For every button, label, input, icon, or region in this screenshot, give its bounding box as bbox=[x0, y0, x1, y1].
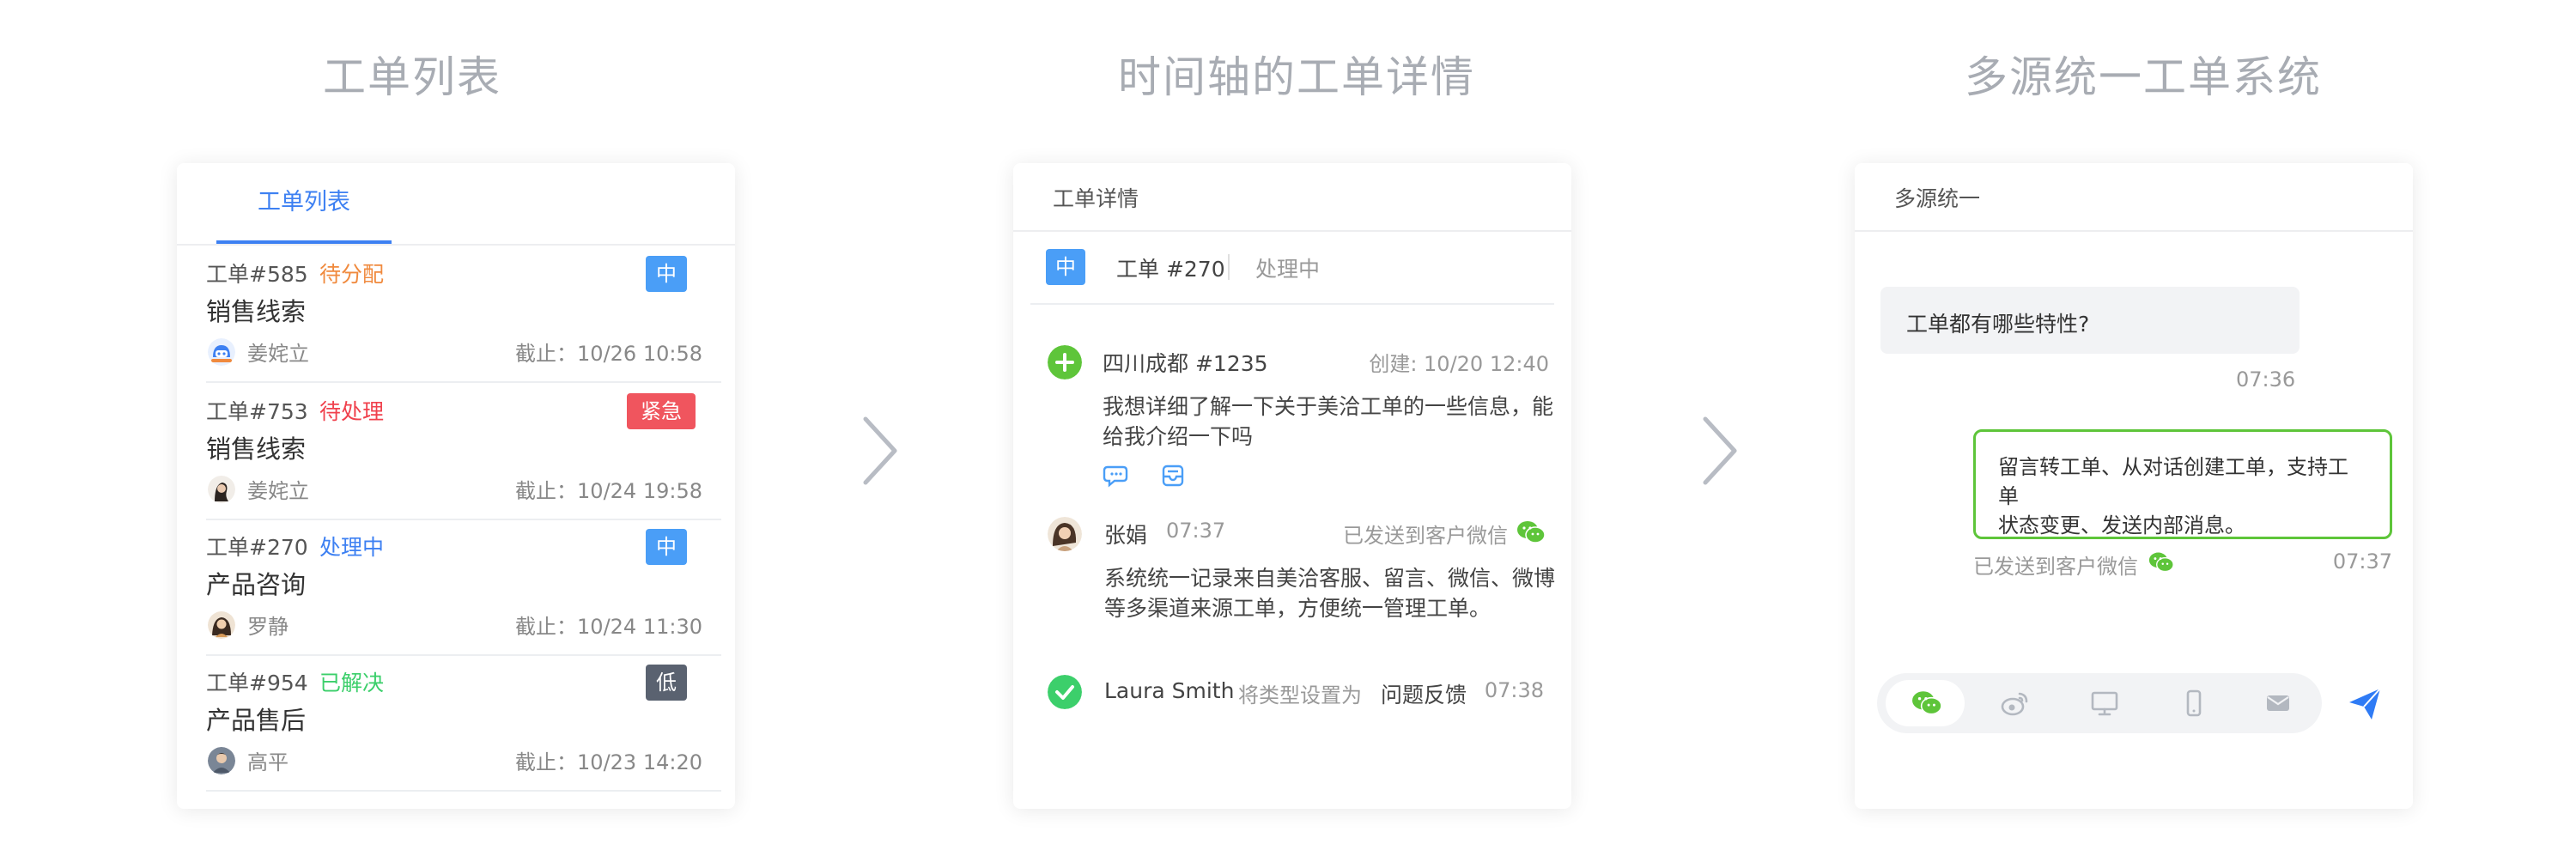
assignee-name: 高平 bbox=[247, 750, 289, 774]
ticket-title: 销售线索 bbox=[206, 297, 307, 326]
tab-bar: 工单列表 bbox=[177, 163, 735, 246]
ticket-status: 处理中 bbox=[319, 535, 385, 560]
channel-weibo[interactable] bbox=[1975, 680, 2054, 726]
ticket-id: 工单#954 bbox=[206, 671, 308, 695]
section-title-ticket-list: 工单列表 bbox=[323, 52, 501, 102]
event-time: 07:38 bbox=[1484, 678, 1544, 702]
ticket-row[interactable]: 工单#270 处理中 中 产品咨询 罗静 截止：10/24 11:30 bbox=[206, 519, 721, 656]
priority-badge: 紧急 bbox=[627, 393, 696, 429]
card-header: 工单详情 bbox=[1013, 163, 1571, 232]
priority-badge: 中 bbox=[1046, 249, 1085, 285]
channel-email[interactable] bbox=[2238, 680, 2317, 726]
event-value: 问题反馈 bbox=[1381, 683, 1467, 707]
ticket-row[interactable]: 工单#954 已解决 低 产品售后 高平 截止：10/23 14:20 bbox=[206, 654, 721, 792]
web-icon bbox=[2091, 691, 2118, 716]
ticket-id: 工单#585 bbox=[206, 262, 308, 287]
message-line: 等多渠道来源工单，方便统一管理工单。 bbox=[1104, 596, 1492, 621]
event-source: 四川成都 #1235 bbox=[1103, 351, 1268, 376]
wechat-icon bbox=[1517, 521, 1546, 543]
agent-message: 留言转工单、从对话创建工单，支持工单 状态变更、发送内部消息。 bbox=[1973, 429, 2392, 539]
message-line: 给我介绍一下吗 bbox=[1103, 424, 1254, 449]
message-line: 我想详细了解一下关于美洽工单的一些信息，能 bbox=[1103, 394, 1554, 419]
event-action: 将类型设置为 bbox=[1238, 683, 1362, 707]
sent-status: 已发送到客户微信 bbox=[1343, 524, 1508, 548]
assignee-name: 姜姹立 bbox=[247, 479, 309, 503]
card-header: 多源统一 bbox=[1855, 163, 2413, 232]
weibo-icon bbox=[2001, 692, 2028, 716]
email-icon bbox=[2267, 695, 2289, 711]
message-line: 系统统一记录来自美洽客服、留言、微信、微博 bbox=[1104, 566, 1556, 591]
agent-avatar bbox=[1048, 517, 1082, 551]
chevron-right-icon bbox=[1703, 416, 1737, 485]
priority-badge: 中 bbox=[646, 529, 687, 565]
divider bbox=[1030, 303, 1554, 305]
priority-badge: 中 bbox=[646, 256, 687, 292]
ticket-title: 产品售后 bbox=[206, 706, 307, 735]
person-avatar bbox=[208, 611, 235, 639]
chevron-right-icon bbox=[863, 416, 897, 485]
card-header-title: 多源统一 bbox=[1894, 186, 1981, 211]
assignee-name: 罗静 bbox=[247, 615, 289, 639]
ticket-number: 工单 #270 bbox=[1116, 257, 1225, 282]
ticket-deadline: 截止：10/24 19:58 bbox=[515, 479, 702, 503]
tab-ticket-list[interactable]: 工单列表 bbox=[216, 163, 392, 244]
ticket-deadline: 截止：10/26 10:58 bbox=[515, 342, 702, 366]
ticket-row[interactable]: 工单#753 待处理 紧急 销售线索 姜姹立 截止：10/24 19:58 bbox=[206, 383, 721, 520]
ticket-status: 已解决 bbox=[319, 671, 385, 695]
ticket-status[interactable]: 处理中 bbox=[1255, 252, 1320, 283]
ticket-id: 工单#270 bbox=[206, 535, 308, 560]
mobile-icon bbox=[2186, 689, 2202, 717]
channel-wechat[interactable] bbox=[1886, 680, 1965, 726]
assignee-name: 姜姹立 bbox=[247, 342, 309, 366]
channel-mobile[interactable] bbox=[2154, 680, 2233, 726]
user-name: Laura Smith bbox=[1104, 678, 1235, 703]
customer-message: 工单都有哪些特性? bbox=[1880, 287, 2300, 354]
priority-badge: 低 bbox=[646, 665, 687, 701]
channel-web[interactable] bbox=[2064, 680, 2143, 726]
message-time: 07:36 bbox=[2236, 367, 2296, 392]
card-header-title: 工单详情 bbox=[1053, 186, 1139, 211]
message-line: 留言转工单、从对话创建工单，支持工单 bbox=[1998, 455, 2348, 508]
ticket-status: 待处理 bbox=[319, 399, 385, 424]
event-message: 系统统一记录来自美洽客服、留言、微信、微博 等多渠道来源工单，方便统一管理工单。 bbox=[1104, 563, 1555, 623]
ticket-deadline: 截止：10/24 11:30 bbox=[515, 615, 702, 639]
message-time: 07:37 bbox=[2332, 549, 2392, 574]
divider bbox=[1228, 254, 1230, 280]
ticket-list-card: 工单列表 工单#585 待分配 中 销售线索 姜姹立 截止：10/26 10:5… bbox=[177, 163, 735, 809]
inbox-icon[interactable] bbox=[1161, 464, 1185, 488]
ticket-deadline: 截止：10/23 14:20 bbox=[515, 750, 702, 774]
ticket-row[interactable]: 工单#585 待分配 中 销售线索 姜姹立 截止：10/26 10:58 bbox=[206, 246, 721, 383]
send-icon[interactable] bbox=[2346, 685, 2384, 723]
ticket-detail-card: 工单详情 中 工单 #270 处理中 四川成都 #1235 创建: 10/20 … bbox=[1013, 163, 1571, 809]
ticket-id: 工单#753 bbox=[206, 399, 308, 424]
check-circle-icon bbox=[1048, 675, 1082, 709]
channel-toolbar bbox=[1877, 673, 2322, 733]
agent-name: 张娟 bbox=[1104, 523, 1148, 548]
event-created-time: 创建: 10/20 12:40 bbox=[1369, 352, 1549, 376]
event-time: 07:37 bbox=[1166, 519, 1226, 543]
ticket-title: 销售线索 bbox=[206, 434, 307, 464]
sent-status: 已发送到客户微信 bbox=[1973, 555, 2138, 579]
chat-icon[interactable] bbox=[1103, 464, 1130, 488]
message-line: 状态变更、发送内部消息。 bbox=[1998, 513, 2245, 537]
person-avatar bbox=[208, 747, 235, 774]
ticket-title: 产品咨询 bbox=[206, 570, 307, 599]
unified-chat-card: 多源统一 工单都有哪些特性? 07:36 留言转工单、从对话创建工单，支持工单 … bbox=[1855, 163, 2413, 809]
robot-avatar bbox=[208, 338, 235, 366]
plus-circle-icon bbox=[1048, 345, 1082, 379]
section-title-unified: 多源统一工单系统 bbox=[1965, 52, 2322, 102]
wechat-icon bbox=[1912, 691, 1942, 715]
wechat-icon bbox=[2148, 552, 2174, 573]
ticket-status: 待分配 bbox=[319, 262, 385, 287]
section-title-ticket-detail: 时间轴的工单详情 bbox=[1118, 52, 1475, 102]
event-message: 我想详细了解一下关于美洽工单的一些信息，能 给我介绍一下吗 bbox=[1103, 392, 1553, 452]
person-avatar bbox=[208, 476, 235, 503]
